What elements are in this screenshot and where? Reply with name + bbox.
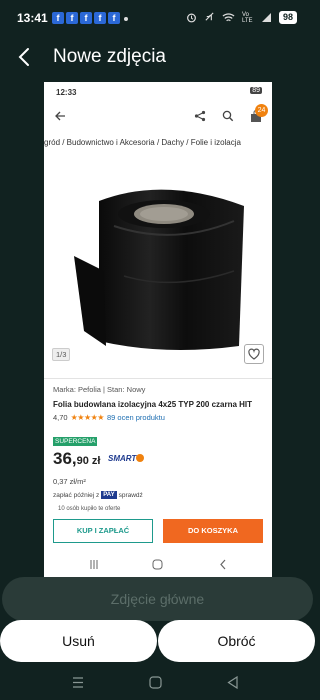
- pay-logo: PAY: [101, 491, 117, 499]
- reviews-link: 89 ocen produktu: [106, 413, 165, 422]
- pay-later-prefix: zapłać później z: [53, 491, 100, 499]
- wifi-icon: [222, 13, 235, 22]
- preview-clock: 12:33: [56, 88, 77, 97]
- facebook-notification-icon: f: [94, 12, 106, 24]
- pay-later-check: sprawdź: [118, 491, 143, 499]
- rotate-button[interactable]: Obróć: [158, 620, 315, 662]
- recent-apps-icon: [90, 560, 98, 569]
- supercena-badge: SUPERCENA: [53, 437, 98, 446]
- battery-icon: 98: [278, 11, 297, 24]
- buy-now-button: KUP I ZAPŁAĆ: [53, 519, 153, 543]
- signal-icon: [261, 13, 271, 22]
- facebook-notification-icon: f: [66, 12, 78, 24]
- more-notifications-icon: [124, 17, 128, 21]
- volte-label: Vo LTE: [241, 11, 253, 24]
- breadcrumb: gród / Budownictwo i Akcesoria / Dachy /…: [44, 138, 241, 147]
- recent-apps-icon[interactable]: [72, 677, 84, 688]
- status-bar: 13:41 f f f f f Vo LTE 98: [0, 0, 315, 36]
- rating-row: 4,70 ★★★★★ 89 ocen produktu: [53, 413, 165, 422]
- facebook-notification-icon: f: [52, 12, 64, 24]
- back-arrow-icon[interactable]: [14, 46, 36, 68]
- favorite-button: [244, 344, 264, 364]
- rating-value: 4,70: [53, 413, 68, 422]
- page-title: Nowe zdjęcia: [53, 46, 166, 67]
- alarm-icon: [187, 13, 196, 23]
- home-icon[interactable]: [149, 676, 162, 689]
- add-to-cart-button: DO KOSZYKA: [163, 519, 263, 543]
- pay-later-row: zapłać później z PAY sprawdź: [53, 491, 143, 499]
- heart-icon: [248, 348, 260, 360]
- preview-battery: 89: [250, 87, 262, 94]
- product-photo: [44, 156, 272, 372]
- price-fraction: 90 zł: [76, 455, 101, 467]
- system-icons: Vo LTE 98: [186, 11, 297, 24]
- home-icon: [152, 559, 163, 570]
- star-icons: ★★★★★: [70, 413, 105, 422]
- product-name: Folia budowlana izolacyjna 4x25 TYP 200 …: [53, 400, 253, 409]
- smart-logo: SMART: [108, 454, 137, 463]
- mute-icon: [205, 12, 214, 21]
- system-nav-bar: [0, 668, 315, 700]
- screenshot-preview[interactable]: 12:33 89 24 gród / Budownictwo i Akcesor…: [44, 82, 272, 577]
- price: 36,90 zł: [53, 449, 101, 469]
- info-icon: [136, 454, 144, 462]
- price-main: 36,: [53, 449, 77, 468]
- facebook-notification-icon: f: [108, 12, 120, 24]
- back-arrow-icon: [55, 111, 65, 121]
- buyers-info: 10 osób kupiło te oferte: [58, 506, 121, 512]
- preview-toolbar: 24: [44, 102, 272, 132]
- brand-line: Marka: Pefolia | Stan: Nowy: [53, 385, 146, 394]
- main-photo-button[interactable]: Zdjęcie główne: [2, 577, 313, 621]
- preview-nav-bar: [44, 552, 272, 577]
- back-triangle-icon[interactable]: [227, 676, 238, 689]
- share-icon: [194, 110, 206, 122]
- preview-status-bar: 12:33 89: [44, 82, 272, 102]
- facebook-notification-icon: f: [80, 12, 92, 24]
- back-icon: [220, 559, 226, 570]
- remove-button[interactable]: Usuń: [0, 620, 157, 662]
- app-bar: Nowe zdjęcia: [0, 38, 315, 78]
- image-counter: 1/3: [52, 348, 71, 361]
- search-icon: [222, 110, 234, 122]
- price-per-m2: 0,37 zł/m²: [53, 477, 86, 486]
- cart-count-badge: 24: [255, 104, 268, 117]
- clock: 13:41: [17, 11, 48, 25]
- divider: [44, 378, 272, 379]
